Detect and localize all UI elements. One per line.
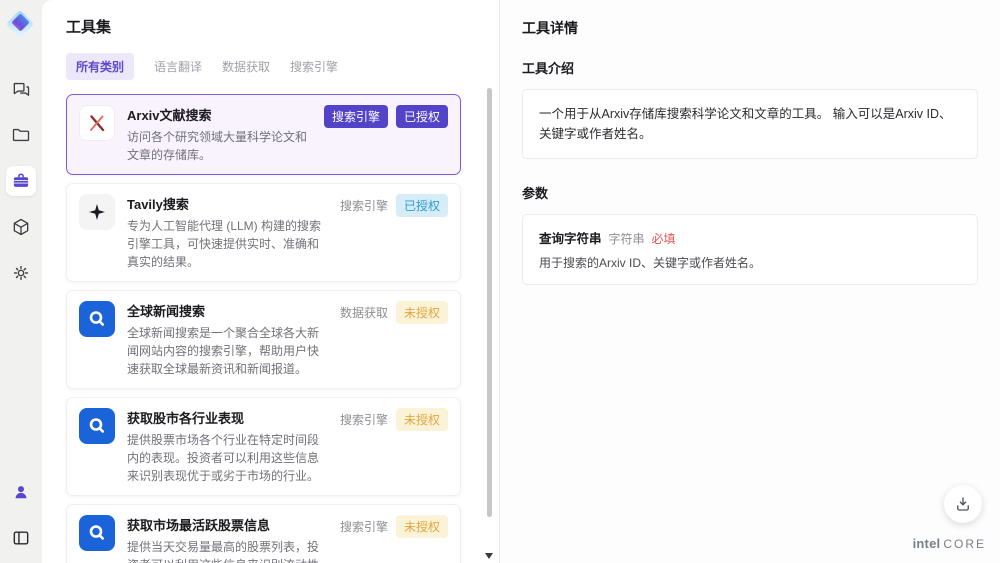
star-icon: [89, 204, 105, 220]
tool-badges: 搜索引擎 已授权: [323, 105, 448, 128]
auth-status-badge: 未授权: [395, 301, 448, 324]
category-badge: 搜索引擎: [339, 199, 388, 213]
category-tab[interactable]: 语言翻译: [154, 53, 202, 80]
tool-icon: [79, 515, 115, 551]
app-window: 工具集 所有类别 语言翻译 数据获取 搜索引擎 Arxiv文献搜索 访问各个研究…: [0, 0, 1000, 563]
tool-icon: [79, 194, 115, 230]
tool-body: 全球新闻搜索 全球新闻搜索是一个聚合全球各大新闻网站内容的搜索引擎，帮助用户快速…: [127, 301, 330, 378]
tool-icon: [79, 408, 115, 444]
category-badge: 数据获取: [339, 306, 388, 320]
category-tabs: 所有类别 语言翻译 数据获取 搜索引擎: [66, 53, 475, 80]
intel-core-logo: intel CORE: [913, 536, 986, 551]
user-icon[interactable]: [6, 477, 36, 507]
tool-title: 全球新闻搜索: [127, 304, 206, 319]
tool-card[interactable]: 获取市场最活跃股票信息 提供当天交易量最高的股票列表，投资者可以利用这些信息来识…: [66, 504, 461, 563]
tool-icon: [79, 301, 115, 337]
category-badge: 搜索引擎: [339, 520, 388, 534]
icon-rail: [0, 0, 42, 563]
tool-icon: [79, 105, 115, 141]
magnifier-icon: [89, 525, 105, 540]
settings-icon[interactable]: [6, 258, 36, 288]
param-description: 用于搜索的Arxiv ID、关键字或作者姓名。: [539, 256, 762, 270]
tool-description: 提供当天交易量最高的股票列表，投资者可以利用这些信息来识别流动性强的股票和潜在的…: [127, 540, 320, 563]
intel-wordmark: intel: [912, 536, 941, 551]
scroll-down-icon[interactable]: [485, 553, 493, 559]
auth-status-badge: 未授权: [395, 515, 448, 538]
auth-status-badge: 已授权: [395, 194, 448, 217]
list-scrollbar[interactable]: [485, 88, 493, 559]
auth-status-badge: 未授权: [395, 408, 448, 431]
tool-badges: 搜索引擎 未授权: [340, 408, 448, 431]
scrollbar-thumb[interactable]: [487, 88, 492, 517]
download-icon: [957, 497, 969, 511]
tool-card[interactable]: 获取股市各行业表现 提供股票市场各个行业在特定时间段内的表现。投资者可以利用这些…: [66, 397, 461, 496]
category-tab[interactable]: 数据获取: [222, 53, 270, 80]
param-head: 查询字符串 字符串 必填: [539, 228, 961, 247]
tool-title: 获取市场最活跃股票信息: [127, 518, 271, 533]
param-type: 字符串: [608, 232, 645, 246]
tool-card[interactable]: Tavily搜索 专为人工智能代理 (LLM) 构建的搜索引擎工具，可快速提供实…: [66, 183, 461, 282]
panel-toggle-icon[interactable]: [6, 523, 36, 553]
category-tab[interactable]: 所有类别: [66, 53, 135, 80]
category-tab[interactable]: 搜索引擎: [290, 53, 338, 80]
download-button[interactable]: [944, 485, 982, 523]
magnifier-icon: [89, 418, 105, 433]
tool-badges: 搜索引擎 已授权: [340, 194, 448, 217]
tool-description: 提供股票市场各个行业在特定时间段内的表现。投资者可以利用这些信息来识别表现优于或…: [127, 433, 320, 483]
tool-card[interactable]: 全球新闻搜索 全球新闻搜索是一个聚合全球各大新闻网站内容的搜索引擎，帮助用户快速…: [66, 290, 461, 389]
param-card: 查询字符串 字符串 必填 用于搜索的Arxiv ID、关键字或作者姓名。: [522, 214, 978, 285]
tool-body: 获取股市各行业表现 提供股票市场各个行业在特定时间段内的表现。投资者可以利用这些…: [127, 408, 330, 485]
tool-badges: 搜索引擎 未授权: [340, 515, 448, 538]
tool-description: 专为人工智能代理 (LLM) 构建的搜索引擎工具，可快速提供实时、准确和真实的结…: [127, 219, 322, 269]
intro-heading: 工具介绍: [522, 61, 575, 76]
category-badge: 搜索引擎: [339, 413, 388, 427]
tool-list: Arxiv文献搜索 访问各个研究领域大量科学论文和文章的存储库。 搜索引擎 已授…: [66, 94, 475, 563]
tool-body: Tavily搜索 专为人工智能代理 (LLM) 构建的搜索引擎工具，可快速提供实…: [127, 194, 330, 271]
page-title: 工具集: [66, 19, 112, 36]
magnifier-icon: [89, 311, 105, 326]
params-list: 查询字符串 字符串 必填 用于搜索的Arxiv ID、关键字或作者姓名。: [522, 214, 978, 285]
chat-icon[interactable]: [6, 74, 36, 104]
folder-icon[interactable]: [6, 120, 36, 150]
tool-card[interactable]: Arxiv文献搜索 访问各个研究领域大量科学论文和文章的存储库。 搜索引擎 已授…: [66, 94, 461, 175]
params-heading: 参数: [522, 186, 549, 201]
category-badge: 搜索引擎: [323, 105, 388, 128]
detail-title: 工具详情: [522, 20, 578, 36]
cube-icon[interactable]: [6, 212, 36, 242]
tool-body: 获取市场最活跃股票信息 提供当天交易量最高的股票列表，投资者可以利用这些信息来识…: [127, 515, 330, 563]
toolbox-icon[interactable]: [6, 166, 36, 196]
core-wordmark: CORE: [943, 537, 986, 551]
tool-description: 全球新闻搜索是一个聚合全球各大新闻网站内容的搜索引擎，帮助用户快速获取全球最新资…: [127, 326, 320, 376]
tool-title: 获取股市各行业表现: [127, 411, 245, 426]
tool-intro-text: 一个用于从Arxiv存储库搜索科学论文和文章的工具。 输入可以是Arxiv ID…: [522, 89, 978, 159]
tool-title: Arxiv文献搜索: [127, 108, 212, 123]
param-name: 查询字符串: [539, 232, 602, 246]
tool-badges: 数据获取 未授权: [340, 301, 448, 324]
tool-description: 访问各个研究领域大量科学论文和文章的存储库。: [127, 130, 308, 162]
arxiv-icon: [90, 115, 105, 132]
tool-body: Arxiv文献搜索 访问各个研究领域大量科学论文和文章的存储库。: [127, 105, 314, 164]
tool-title: Tavily搜索: [127, 197, 189, 212]
param-required-flag: 必填: [651, 232, 676, 246]
tool-detail-pane: 工具详情 工具介绍 一个用于从Arxiv存储库搜索科学论文和文章的工具。 输入可…: [500, 0, 1000, 563]
app-logo: [5, 9, 36, 40]
auth-status-badge: 已授权: [395, 105, 448, 128]
tool-list-pane: 工具集 所有类别 语言翻译 数据获取 搜索引擎 Arxiv文献搜索 访问各个研究…: [42, 0, 500, 563]
